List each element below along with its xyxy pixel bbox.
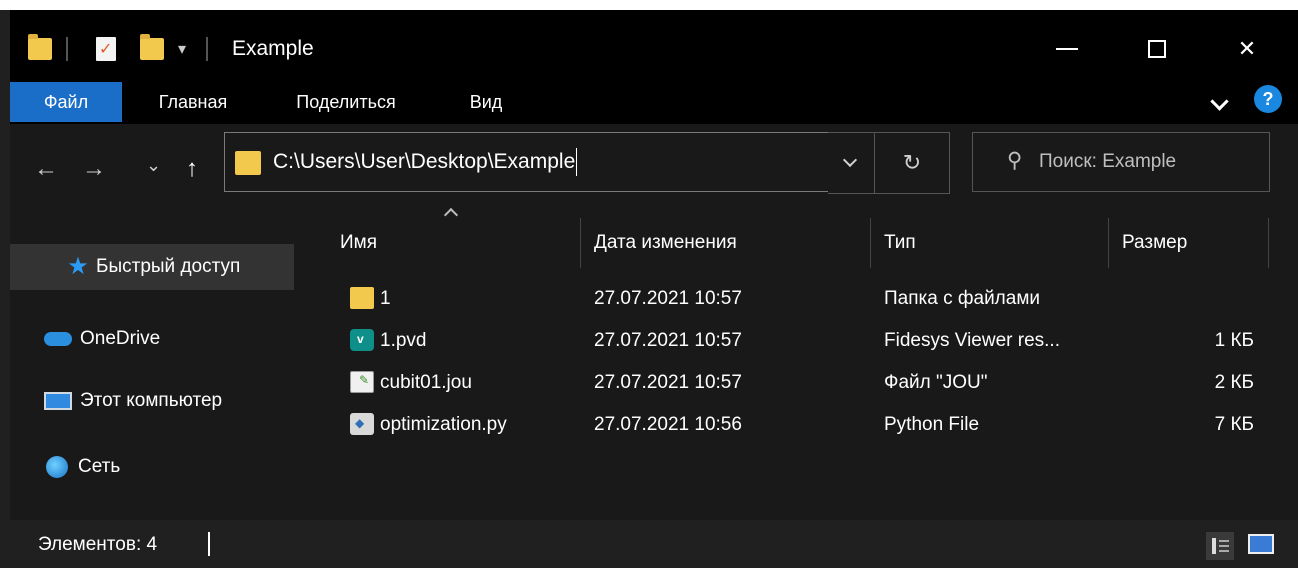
file-name: 1.pvd	[380, 330, 427, 351]
file-name: 1	[380, 288, 391, 309]
sidebar-item-label: OneDrive	[80, 328, 161, 349]
file-row[interactable]: ◆ optimization.py 27.07.2021 10:56 Pytho…	[300, 404, 1298, 446]
item-count: Элементов: 4	[38, 534, 158, 555]
file-list: Имя Дата изменения Тип Размер 1 27.07.20…	[300, 207, 1298, 520]
close-button[interactable]: ✕	[1212, 24, 1282, 74]
network-icon	[46, 456, 68, 478]
back-icon[interactable]: ←	[34, 154, 58, 184]
tab-home[interactable]: Главная	[134, 82, 252, 122]
file-type: Файл "JOU"	[884, 372, 988, 393]
column-header-date[interactable]: Дата изменения	[594, 222, 864, 264]
title-separator	[206, 34, 208, 64]
file-name: cubit01.jou	[380, 372, 472, 393]
file-row[interactable]: 1 27.07.2021 10:57 Папка с файлами	[300, 278, 1298, 320]
sidebar-item-network[interactable]: Сеть	[10, 444, 294, 490]
tab-view[interactable]: Вид	[456, 82, 516, 122]
tab-share[interactable]: Поделиться	[276, 82, 416, 122]
app-folder-icon[interactable]	[28, 34, 52, 64]
file-row[interactable]: v 1.pvd 27.07.2021 10:57 Fidesys Viewer …	[300, 320, 1298, 362]
window-title: Example	[232, 37, 314, 60]
forward-icon[interactable]: →	[82, 154, 106, 184]
cloud-icon	[44, 332, 72, 346]
address-bar[interactable]: C:\Users\User\Desktop\Example	[224, 132, 830, 192]
sidebar-item-quick-access[interactable]: ★ Быстрый доступ	[10, 244, 294, 290]
maximize-icon	[1148, 40, 1166, 58]
search-input[interactable]	[1039, 133, 1259, 191]
status-bar: Элементов: 4	[10, 520, 1298, 568]
qat-separator	[66, 34, 68, 64]
status-separator	[208, 532, 210, 556]
file-name: optimization.py	[380, 414, 507, 435]
column-divider[interactable]	[1268, 218, 1269, 268]
navigation-pane: ★ Быстрый доступ OneDrive Этот компьютер…	[10, 208, 300, 520]
explorer-window: ▾ Example ✕ Файл Главная Поделиться Вид …	[10, 10, 1298, 568]
text-caret	[576, 148, 578, 177]
sidebar-item-label: Этот компьютер	[80, 390, 223, 411]
sidebar-item-onedrive[interactable]: OneDrive	[10, 316, 294, 362]
star-icon: ★	[67, 253, 89, 280]
sidebar-item-label: Быстрый доступ	[96, 256, 241, 277]
file-date: 27.07.2021 10:57	[594, 330, 742, 351]
ribbon-tabs: Файл Главная Поделиться Вид ?	[10, 78, 1298, 124]
file-size: 1 КБ	[1214, 330, 1254, 351]
file-size: 7 КБ	[1214, 414, 1254, 435]
column-header-type[interactable]: Тип	[884, 222, 1104, 264]
column-divider[interactable]	[580, 218, 581, 268]
properties-icon[interactable]	[96, 34, 116, 64]
file-size: 2 КБ	[1214, 372, 1254, 393]
large-icons-view-icon[interactable]	[1248, 534, 1274, 554]
chevron-down-icon	[842, 152, 858, 168]
close-icon: ✕	[1237, 36, 1257, 61]
up-icon[interactable]: ↑	[186, 154, 198, 184]
title-bar: ▾ Example ✕	[10, 10, 1298, 78]
refresh-icon: ↻	[902, 150, 922, 175]
jou-file-icon: ✎	[350, 371, 374, 393]
sidebar-item-this-pc[interactable]: Этот компьютер	[10, 378, 294, 424]
maximize-button[interactable]	[1122, 24, 1192, 74]
pvd-file-icon: v	[350, 329, 374, 351]
address-folder-icon	[235, 151, 261, 175]
help-icon[interactable]: ?	[1254, 85, 1282, 113]
file-type: Папка с файлами	[884, 288, 1041, 309]
details-view-icon[interactable]	[1206, 532, 1234, 560]
computer-icon	[44, 392, 72, 410]
column-divider[interactable]	[870, 218, 871, 268]
column-header-name[interactable]: Имя	[340, 222, 570, 264]
python-file-icon: ◆	[350, 413, 374, 435]
search-icon: ⚲	[1007, 149, 1023, 172]
tab-file[interactable]: Файл	[10, 82, 122, 122]
qat-dropdown-icon[interactable]: ▾	[178, 34, 186, 64]
window-top-frame	[0, 0, 1298, 10]
address-path: C:\Users\User\Desktop\Example	[273, 150, 576, 173]
search-box[interactable]: ⚲	[972, 132, 1270, 192]
column-header-size[interactable]: Размер	[1122, 222, 1262, 264]
minimize-button[interactable]	[1032, 24, 1102, 74]
column-divider[interactable]	[1108, 218, 1109, 268]
file-date: 27.07.2021 10:56	[594, 414, 742, 435]
expand-ribbon-icon[interactable]	[1210, 92, 1229, 111]
minimize-icon	[1056, 48, 1078, 50]
new-folder-icon[interactable]	[140, 34, 164, 64]
file-row[interactable]: ✎ cubit01.jou 27.07.2021 10:57 Файл "JOU…	[300, 362, 1298, 404]
file-date: 27.07.2021 10:57	[594, 288, 742, 309]
file-type: Fidesys Viewer res...	[884, 330, 1060, 351]
file-type: Python File	[884, 414, 980, 435]
file-date: 27.07.2021 10:57	[594, 372, 742, 393]
refresh-button[interactable]: ↻	[874, 132, 950, 194]
sort-ascending-icon	[443, 207, 459, 223]
sidebar-item-label: Сеть	[78, 456, 121, 477]
address-history-dropdown[interactable]	[828, 132, 875, 194]
folder-icon	[350, 287, 374, 309]
recent-locations-icon[interactable]: ⌄	[146, 150, 161, 180]
